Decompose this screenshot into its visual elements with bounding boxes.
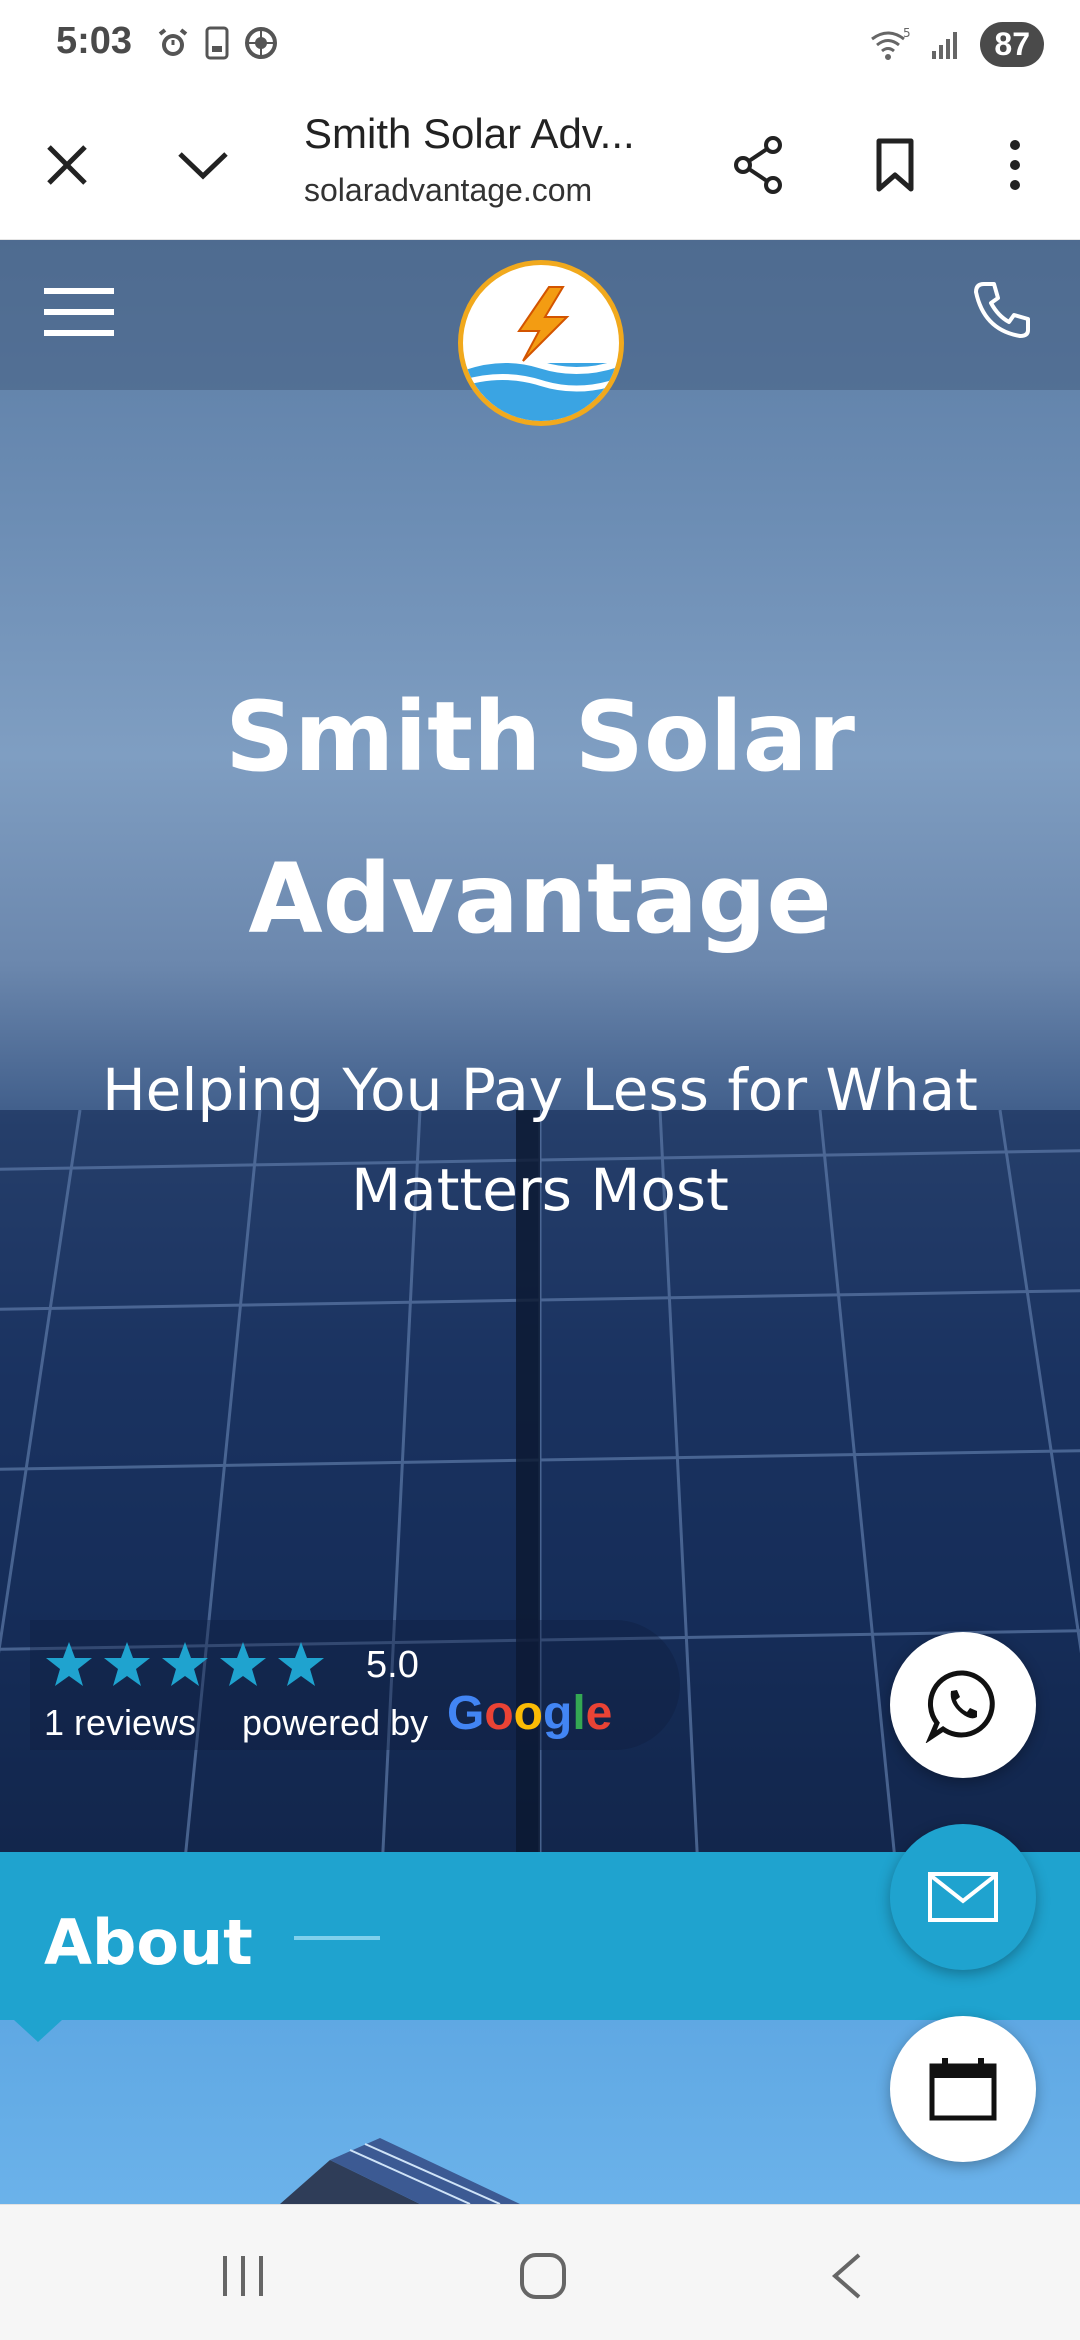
whatsapp-button[interactable]	[890, 1632, 1036, 1778]
home-button[interactable]	[508, 2241, 578, 2311]
back-button[interactable]	[812, 2241, 882, 2311]
google-letter: e	[585, 1687, 613, 1740]
google-letter: l	[572, 1687, 586, 1740]
recents-button[interactable]	[208, 2241, 278, 2311]
hero-section: Smith Solar Advantage Helping You Pay Le…	[0, 240, 1080, 1852]
bookmark-button[interactable]	[860, 130, 930, 200]
recents-icon	[223, 2256, 263, 2296]
google-letter: g	[543, 1687, 573, 1740]
logo-icon	[463, 286, 619, 421]
alarm-icon	[158, 28, 188, 56]
google-letter: G	[447, 1687, 485, 1740]
page-title[interactable]: Smith Solar Adv...	[304, 110, 635, 158]
google-letter: o	[484, 1687, 514, 1740]
close-tab-button[interactable]	[32, 130, 102, 200]
wifi-icon: 5	[871, 27, 911, 60]
more-vert-icon	[1010, 140, 1020, 190]
page-url[interactable]: solaradvantage.com	[304, 172, 592, 209]
home-icon	[520, 2253, 566, 2299]
status-time: 5:03	[56, 20, 133, 62]
powered-by-label: powered by	[242, 1702, 429, 1743]
calendar-button[interactable]	[890, 2016, 1036, 2162]
site-logo[interactable]	[458, 260, 624, 426]
about-divider	[294, 1936, 380, 1940]
email-button[interactable]	[890, 1824, 1036, 1970]
review-count: 1 reviews	[44, 1702, 197, 1743]
about-title: About	[44, 1906, 253, 1979]
close-icon	[47, 145, 87, 185]
phone-icon[interactable]	[972, 280, 1032, 340]
status-icons-right: 5 87	[868, 22, 1044, 67]
battery-indicator: 87	[980, 22, 1044, 67]
bookmark-icon	[876, 138, 914, 192]
hero-title: Smith Solar Advantage	[225, 681, 855, 955]
about-notch	[14, 2020, 62, 2042]
minimize-button[interactable]	[168, 130, 238, 200]
star-icon	[220, 1642, 266, 1686]
settings-wheel-icon	[245, 27, 277, 59]
chevron-down-icon	[178, 152, 228, 180]
google-logo: Google	[447, 1686, 612, 1741]
star-icon	[46, 1642, 92, 1686]
hamburger-menu-icon[interactable]	[44, 286, 114, 338]
star-icon	[104, 1642, 150, 1686]
status-icons-left	[156, 26, 278, 60]
more-options-button[interactable]	[980, 130, 1050, 200]
status-bar: 5:03 5 87	[0, 0, 1080, 90]
hero-subtitle: Helping You Pay Less for What Matters Mo…	[102, 1056, 978, 1224]
back-icon	[831, 2253, 861, 2299]
share-icon	[734, 136, 782, 194]
share-button[interactable]	[724, 130, 794, 200]
rating-value: 5.0	[366, 1644, 419, 1686]
svg-text:5: 5	[903, 27, 911, 40]
rating-stars	[44, 1640, 326, 1688]
star-icon	[278, 1642, 324, 1686]
signal-icon	[932, 31, 958, 59]
reviews-widget[interactable]: 5.0 1 reviews powered by Google	[30, 1620, 680, 1750]
google-letter: o	[513, 1687, 543, 1740]
system-navigation-bar	[0, 2204, 1080, 2340]
whatsapp-icon	[925, 1670, 995, 1743]
email-icon	[928, 1872, 998, 1922]
star-icon	[162, 1642, 208, 1686]
browser-toolbar: Smith Solar Adv... solaradvantage.com	[0, 90, 1080, 240]
phone-card-icon	[205, 26, 229, 60]
calendar-icon	[929, 2058, 997, 2121]
